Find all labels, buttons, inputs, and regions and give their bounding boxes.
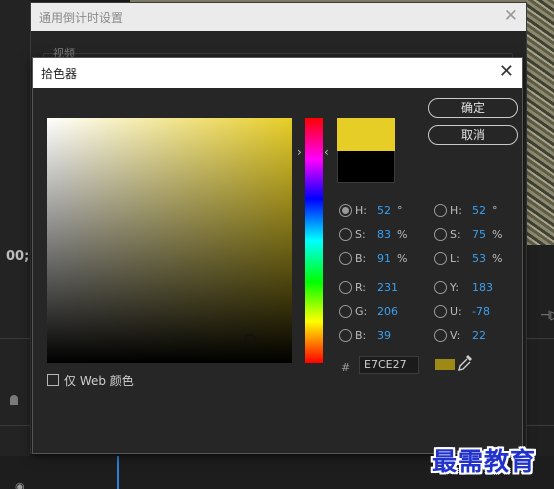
hsb-saturation-label: S: — [355, 228, 366, 241]
new-color-swatch — [337, 118, 395, 151]
web-colors-checkbox[interactable] — [47, 374, 59, 386]
yuv-y-radio[interactable] — [434, 281, 447, 294]
hsb-saturation-radio[interactable] — [339, 228, 352, 241]
hue-slider-left-arrow[interactable]: › — [297, 145, 302, 159]
rgb-green-label: G: — [355, 305, 368, 318]
yuv-v-value[interactable]: 22 — [472, 328, 486, 344]
hsb-brightness-value[interactable]: 91 — [377, 251, 391, 267]
hsb-hue-radio[interactable] — [339, 204, 352, 217]
background-video-frame — [527, 0, 554, 245]
hex-input[interactable]: E7CE27 — [359, 356, 419, 374]
hsl-lightness-label: L: — [450, 252, 460, 265]
yuv-u-label: U: — [450, 305, 462, 318]
parent-dialog-title: 通用倒计时设置 — [39, 11, 124, 25]
hsb-saturation-unit: % — [397, 228, 408, 241]
hsl-hue-value[interactable]: 52 — [472, 203, 486, 219]
hsl-hue-unit: ° — [492, 204, 498, 217]
watermark-logo: 最需教育 — [432, 447, 537, 476]
hsl-lightness-value[interactable]: 53 — [472, 251, 486, 267]
eye-icon[interactable]: ◉ — [15, 480, 25, 489]
saturation-brightness-field[interactable] — [47, 118, 292, 363]
hsl-saturation-unit: % — [492, 228, 503, 241]
hsl-lightness-radio[interactable] — [434, 252, 447, 265]
background-playhead[interactable] — [117, 456, 119, 489]
ok-button[interactable]: 确定 — [428, 98, 518, 118]
yuv-u-radio[interactable] — [434, 305, 447, 318]
rgb-blue-value[interactable]: 39 — [377, 328, 391, 344]
rgb-green-radio[interactable] — [339, 305, 352, 318]
eyedropper-icon[interactable] — [457, 354, 473, 372]
yuv-y-label: Y: — [450, 281, 459, 294]
web-colors-label: 仅 Web 颜色 — [64, 374, 134, 388]
rgb-red-label: R: — [355, 281, 367, 294]
hsb-hue-unit: ° — [397, 204, 403, 217]
hsb-brightness-unit: % — [397, 252, 408, 265]
rgb-green-value[interactable]: 206 — [377, 304, 398, 320]
close-icon[interactable]: ✕ — [504, 6, 518, 26]
hsl-hue-radio[interactable] — [434, 204, 447, 217]
hsl-saturation-radio[interactable] — [434, 228, 447, 241]
color-field-marker[interactable] — [245, 334, 256, 345]
picker-titlebar: 拾色器 ✕ — [33, 58, 522, 88]
yuv-v-label: V: — [450, 329, 461, 342]
hex-hash-label: # — [341, 361, 351, 374]
hsb-brightness-radio[interactable] — [339, 252, 352, 265]
hsb-hue-label: H: — [355, 204, 367, 217]
picker-title: 拾色器 — [41, 67, 78, 81]
yuv-y-value[interactable]: 183 — [472, 280, 493, 296]
color-picker-dialog: 拾色器 ✕ › ‹ 确定 取消 H: 52 ° S: 83 % B: 91 % … — [32, 57, 523, 454]
yuv-v-radio[interactable] — [434, 329, 447, 342]
rgb-blue-label: B: — [355, 329, 367, 342]
hsb-hue-value[interactable]: 52 — [377, 203, 391, 219]
hsb-saturation-value[interactable]: 83 — [377, 227, 391, 243]
hsb-brightness-label: B: — [355, 252, 367, 265]
close-icon[interactable]: ✕ — [499, 61, 514, 83]
original-color-swatch[interactable] — [337, 151, 395, 183]
rgb-blue-radio[interactable] — [339, 329, 352, 342]
yuv-u-value[interactable]: -78 — [472, 304, 490, 320]
background-left-panel — [0, 0, 30, 489]
hsl-hue-label: H: — [450, 204, 462, 217]
hsl-saturation-value[interactable]: 75 — [472, 227, 486, 243]
cancel-button[interactable]: 取消 — [428, 125, 518, 145]
hue-slider-right-arrow[interactable]: ‹ — [324, 145, 329, 159]
rgb-red-radio[interactable] — [339, 281, 352, 294]
hsl-lightness-unit: % — [492, 252, 503, 265]
background-step-button[interactable]: ⊣▷ — [540, 308, 554, 322]
hsl-saturation-label: S: — [450, 228, 461, 241]
parent-dialog-titlebar: 通用倒计时设置 ✕ — [31, 3, 526, 31]
eyedropper-color-chip — [435, 359, 455, 370]
hue-slider[interactable] — [305, 118, 323, 363]
rgb-red-value[interactable]: 231 — [377, 280, 398, 296]
background-marker-icon — [10, 395, 18, 405]
